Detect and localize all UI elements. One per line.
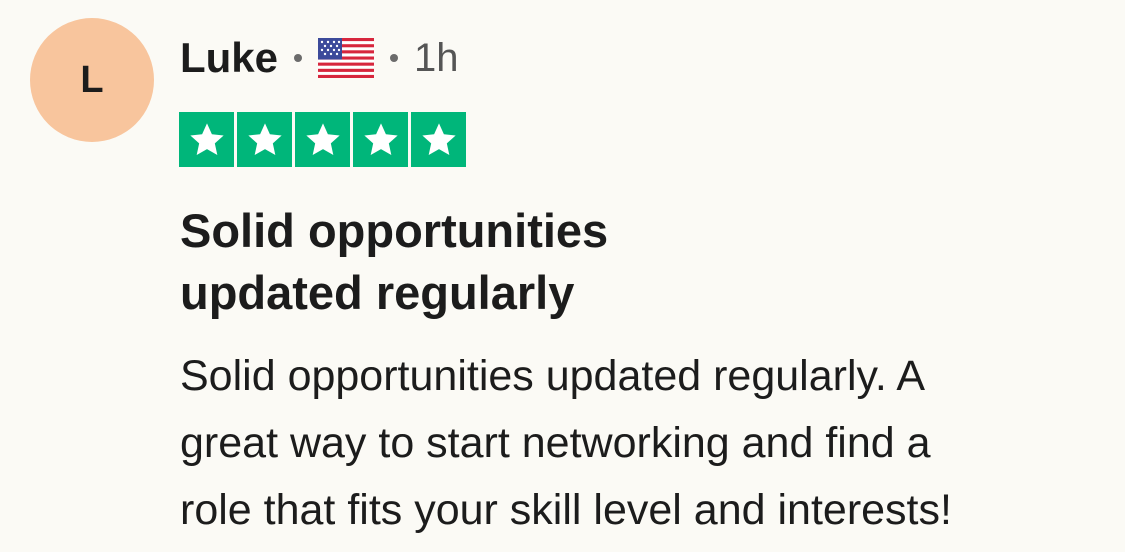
star-icon (295, 112, 350, 167)
review-time: 1h (414, 35, 459, 80)
us-flag-icon (318, 38, 375, 78)
review-title-line: updated regularly (180, 266, 575, 319)
star-icon (353, 112, 408, 167)
review-body-line: Solid opportunities updated regularly. A (180, 352, 926, 400)
review-meta: Luke 1h (180, 30, 459, 86)
star-rating (179, 112, 466, 167)
review-body-line: role that fits your skill level and inte… (180, 486, 952, 534)
review-body: Solid opportunities updated regularly. A… (180, 343, 1110, 544)
review-body-line: great way to start networking and find a (180, 419, 931, 467)
separator-dot (390, 54, 399, 62)
avatar-initial: L (80, 58, 104, 101)
separator-dot (294, 54, 303, 62)
star-icon (179, 112, 234, 167)
review-card: L Luke 1h Solid opportunities updated re… (0, 0, 1125, 552)
author-name[interactable]: Luke (180, 34, 278, 82)
star-icon (411, 112, 466, 167)
review-title-line: Solid opportunities (180, 204, 609, 257)
avatar[interactable]: L (30, 18, 154, 142)
star-icon (237, 112, 292, 167)
review-title[interactable]: Solid opportunities updated regularly (180, 200, 1080, 324)
